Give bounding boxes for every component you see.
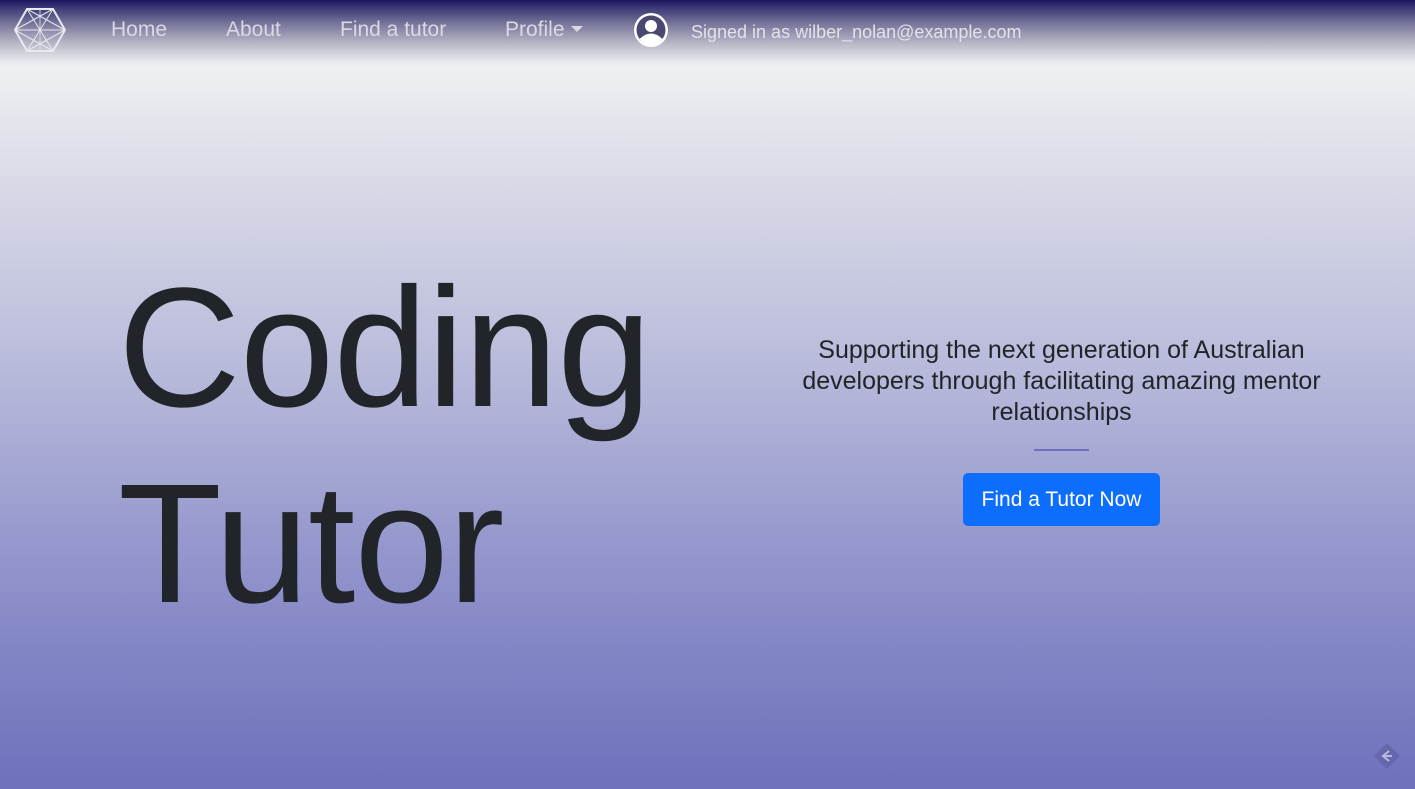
hero-tagline: Supporting the next generation of Austra… <box>802 336 1321 426</box>
top-navbar: Home About Find a tutor Profile Signed i… <box>0 0 1415 68</box>
geometric-sphere-icon[interactable] <box>14 7 66 53</box>
nav-profile-dropdown[interactable]: Profile <box>505 18 583 42</box>
hero-title: Coding Tutor <box>118 250 652 642</box>
nav-profile-label: Profile <box>505 18 565 41</box>
signed-in-status: Signed in as wilber_nolan@example.com <box>691 22 1022 42</box>
nav-link-find-tutor[interactable]: Find a tutor <box>340 18 446 42</box>
tagline-divider <box>1034 449 1089 451</box>
user-circle-icon[interactable] <box>633 12 669 48</box>
chevron-down-icon <box>570 26 583 32</box>
nav-link-home[interactable]: Home <box>111 18 167 42</box>
hero-title-line-1: Coding <box>118 253 652 443</box>
find-tutor-now-button[interactable]: Find a Tutor Now <box>963 473 1160 526</box>
hero-title-line-2: Tutor <box>118 449 504 639</box>
nav-link-about[interactable]: About <box>226 18 281 42</box>
diamond-arrow-icon[interactable] <box>1373 742 1401 770</box>
